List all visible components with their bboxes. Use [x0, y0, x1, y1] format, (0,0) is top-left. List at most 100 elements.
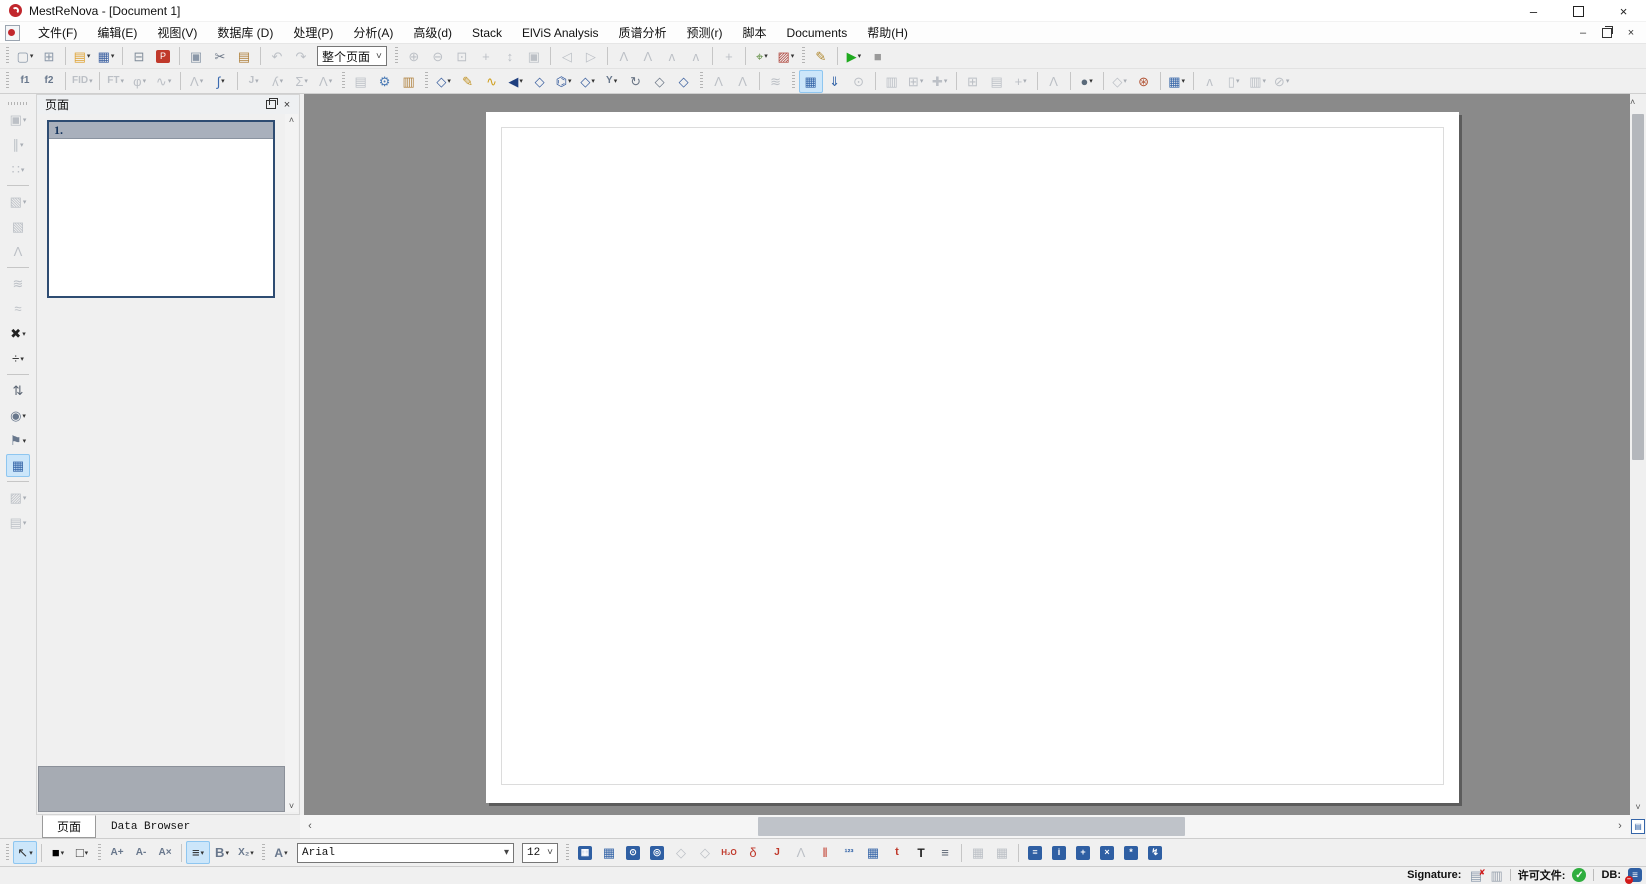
spectrum-view-icon[interactable]: ▧	[6, 215, 30, 238]
db-delete-icon[interactable]: ×	[1095, 841, 1119, 864]
menu-help[interactable]: 帮助(H)	[857, 22, 918, 44]
pin-icon[interactable]: ⚑▾	[6, 429, 30, 452]
import-spectrum-icon[interactable]: ⇓	[823, 70, 847, 93]
db-table-icon[interactable]: ▦	[573, 841, 597, 864]
annotation-tool-icon[interactable]: ▤▾	[6, 511, 30, 534]
grow-font-icon[interactable]: A+	[105, 841, 129, 864]
auto-assignment-icon[interactable]: ⊛	[1132, 70, 1156, 93]
parameters-clipboard-icon[interactable]: ▤	[349, 70, 373, 93]
expand-down-icon[interactable]: ʌ	[684, 45, 708, 68]
align-text-icon[interactable]: ≡▾	[186, 841, 210, 864]
baseline-correction-icon[interactable]: ∿▾	[152, 70, 176, 93]
mdi-restore-button[interactable]	[1596, 24, 1618, 42]
data-table-icon[interactable]: ▦	[799, 70, 823, 93]
panel-float-button[interactable]	[263, 98, 279, 112]
corner-page-icon[interactable]: ▤	[1631, 819, 1645, 834]
crosshair-tool-icon[interactable]: +▾	[1009, 70, 1033, 93]
rotate-structure-icon[interactable]: ↻	[624, 70, 648, 93]
shrink-font-icon[interactable]: A-	[129, 841, 153, 864]
menu-stack[interactable]: Stack	[462, 22, 512, 44]
bold-icon[interactable]: B▾	[210, 841, 234, 864]
maximize-button[interactable]	[1556, 0, 1601, 22]
new-document-icon[interactable]: ▢▾	[13, 45, 37, 68]
stack-increase-icon[interactable]: ≋	[6, 272, 30, 295]
menu-processing[interactable]: 处理(P)	[283, 22, 343, 44]
export-pdf-icon[interactable]: P	[151, 45, 175, 68]
summary-table-icon[interactable]: ▦	[861, 841, 885, 864]
arrayed-data-icon[interactable]: t	[885, 841, 909, 864]
db-search-icon[interactable]: ◎	[645, 841, 669, 864]
expand-trace-icon[interactable]: ↕	[498, 45, 522, 68]
paste-icon[interactable]: ▤	[232, 45, 256, 68]
expand-up-icon[interactable]: ʌ	[660, 45, 684, 68]
assignment-numbers-icon[interactable]: ¹²³	[837, 841, 861, 864]
fit-vertically-icon[interactable]: Λ	[636, 45, 660, 68]
menu-edit[interactable]: 编辑(E)	[87, 22, 147, 44]
arrange-objects-icon[interactable]: ▣▾	[6, 108, 30, 131]
font-size-select[interactable]: 12 ˅	[522, 843, 558, 863]
signature-card-icon[interactable]: ▥	[1490, 868, 1502, 883]
run-script-icon[interactable]: ▶▾	[842, 45, 866, 68]
table-view-icon[interactable]: ▦	[6, 454, 30, 477]
mdi-close-button[interactable]: ×	[1620, 24, 1642, 42]
copy-icon[interactable]: ▣	[184, 45, 208, 68]
font-family-select[interactable]: Arial ▾	[297, 843, 514, 863]
reset-font-icon[interactable]: A×	[153, 841, 177, 864]
menu-file[interactable]: 文件(F)	[28, 22, 87, 44]
close-button[interactable]: ×	[1601, 0, 1646, 22]
atom-tool-icon[interactable]: ◇	[528, 70, 552, 93]
zoom-out-icon[interactable]: ⊖	[426, 45, 450, 68]
db-power-icon[interactable]: ↯	[1143, 841, 1167, 864]
divide-icon[interactable]: ÷▾	[6, 347, 30, 370]
vertical-scroll-thumb[interactable]	[1632, 114, 1644, 460]
print-icon[interactable]: ⊟	[127, 45, 151, 68]
edit-script-icon[interactable]: ✎	[809, 45, 833, 68]
shift-prediction-icon[interactable]: δ	[741, 841, 765, 864]
charge-tool-icon[interactable]: ◇▾	[576, 70, 600, 93]
auto-format-icon[interactable]: ✚▾	[928, 70, 952, 93]
db-settings-icon[interactable]: *	[1119, 841, 1143, 864]
page-history-icon[interactable]: ▤	[985, 70, 1009, 93]
solvent-icon[interactable]: ●▾	[1075, 70, 1099, 93]
verify-structure-icon[interactable]: ◇▾	[1108, 70, 1132, 93]
pointer-tool-icon[interactable]: ↖▾	[13, 841, 37, 864]
zoom-in-icon[interactable]: ⊕	[402, 45, 426, 68]
previous-zoom-icon[interactable]: ◁	[555, 45, 579, 68]
structure-cleanup-icon[interactable]: ◇	[648, 70, 672, 93]
predict-disable-icon[interactable]: ⊘▾	[1270, 70, 1294, 93]
new-page-layout-icon[interactable]: ⊞	[961, 70, 985, 93]
distribute-objects-icon[interactable]: ∷▾	[6, 158, 30, 181]
minimize-button[interactable]: –	[1511, 0, 1556, 22]
scroll-left-icon[interactable]: ‹	[302, 815, 318, 838]
signature-invalid-icon[interactable]: ▤✘	[1468, 868, 1483, 883]
menu-mass-analysis[interactable]: 质谱分析	[609, 22, 677, 44]
tab-data-browser[interactable]: Data Browser	[96, 815, 205, 838]
align-objects-icon[interactable]: ∥▾	[6, 133, 30, 156]
visibility-icon[interactable]: ◉▾	[6, 404, 30, 427]
open-folder-icon[interactable]: ▤▾	[70, 45, 94, 68]
processing-toolkit-icon[interactable]: ⚙	[373, 70, 397, 93]
prediction-7-icon[interactable]: ◇	[693, 841, 717, 864]
phase-correction-icon[interactable]: φ▾	[128, 70, 152, 93]
scroll-down-icon[interactable]: ˅	[285, 800, 298, 812]
template-library-icon[interactable]: ◇	[672, 70, 696, 93]
db-history-icon[interactable]: ⊙	[621, 841, 645, 864]
peak-picking-icon[interactable]: Λ▾	[185, 70, 209, 93]
next-zoom-icon[interactable]: ▷	[579, 45, 603, 68]
copy-zoom-icon[interactable]: ▣	[522, 45, 546, 68]
peak-shape-icon[interactable]: Λ	[707, 70, 731, 93]
table-layout-icon[interactable]: ▦	[597, 841, 621, 864]
db-status-icon[interactable]: ≡–	[1628, 868, 1642, 882]
peaks-tool-icon[interactable]: ʌ	[1198, 70, 1222, 93]
vertical-scrollbar[interactable]: ˄ ˅	[1630, 94, 1646, 815]
menu-script[interactable]: 脚本	[733, 22, 777, 44]
solvent-peaks-icon[interactable]: H₂O	[717, 841, 741, 864]
menu-database[interactable]: 数据库 (D)	[207, 22, 283, 44]
db-create-icon[interactable]: +	[1071, 841, 1095, 864]
coupling-prediction-icon[interactable]: J	[765, 841, 789, 864]
fid-icon[interactable]: FID▾	[70, 70, 95, 93]
pan-icon[interactable]: +	[474, 45, 498, 68]
stereo-bond-icon[interactable]: Y▾	[600, 70, 624, 93]
swap-order-icon[interactable]: ⇅	[6, 379, 30, 402]
integration-icon[interactable]: ∫▾	[209, 70, 233, 93]
